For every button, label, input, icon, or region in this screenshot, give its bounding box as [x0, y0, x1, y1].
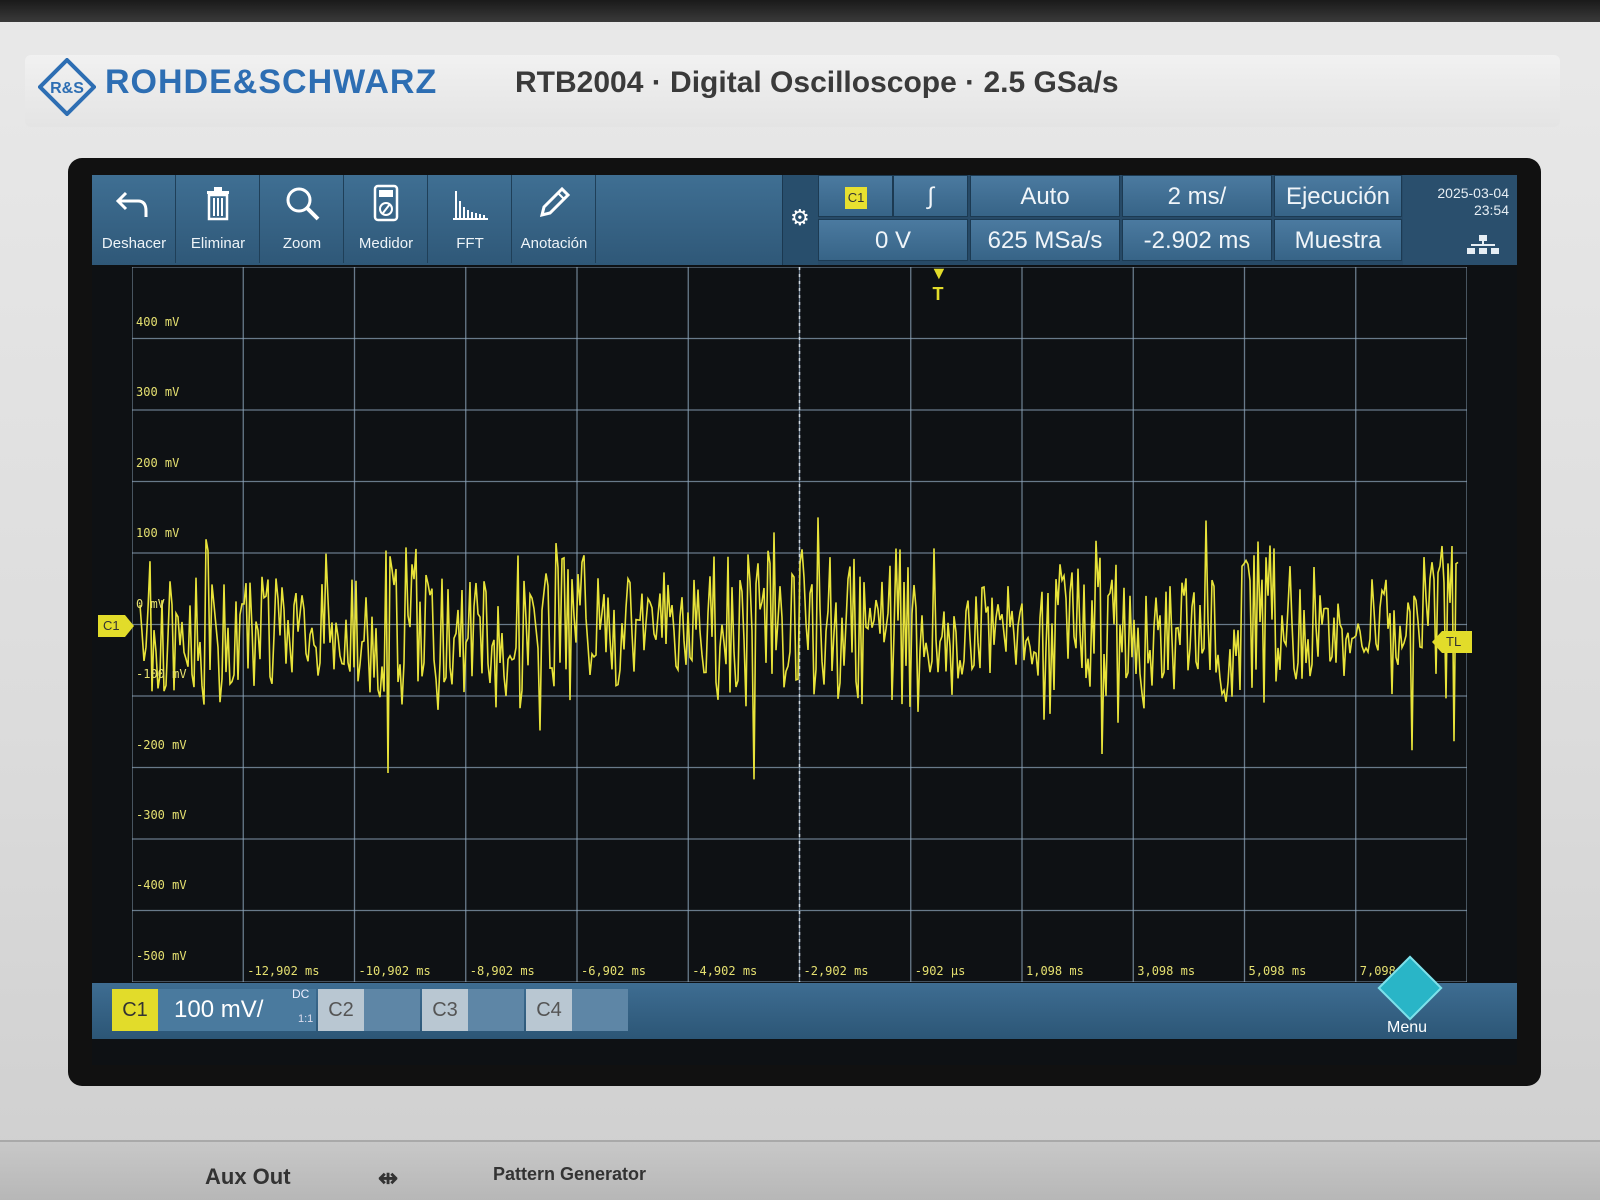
ch1-probe-ratio: 1:1 — [298, 1013, 314, 1025]
ch2-slot[interactable] — [364, 989, 420, 1031]
trigger-mode-cell[interactable]: Auto — [970, 175, 1120, 217]
x-tick-label: 5,098 ms — [1248, 964, 1307, 978]
time: 23:54 — [1473, 202, 1509, 218]
zoom-label: Zoom — [282, 235, 322, 252]
pattern-generator-label: Pattern Generator — [493, 1164, 647, 1184]
x-tick-label: -4,902 ms — [692, 964, 758, 978]
zoom-button[interactable]: Zoom — [260, 175, 344, 263]
y-tick-label: -400 mV — [136, 878, 187, 893]
x-tick-label: -902 µs — [914, 964, 966, 978]
trigger-level-cell[interactable]: 0 V — [818, 219, 968, 261]
gear-icon: ⚙ — [790, 205, 810, 230]
zoom-icon — [286, 187, 320, 221]
trigger-source-cell[interactable]: C1 — [818, 175, 893, 217]
rising-edge-icon: ∫ — [927, 183, 934, 210]
meter-label: Medidor — [358, 235, 414, 252]
trigger-slope-cell[interactable]: ∫ — [893, 175, 968, 217]
delete-button[interactable]: Eliminar — [176, 175, 260, 263]
ch1-scale: 100 mV/ — [174, 996, 264, 1023]
y-tick-label: -500 mV — [136, 948, 187, 963]
annotation-label: Anotación — [520, 235, 588, 252]
y-tick-label: 200 mV — [136, 455, 180, 470]
brand-name: ROHDE&SCHWARZ — [105, 63, 438, 101]
ch4-button[interactable]: C4 — [526, 989, 572, 1031]
y-tick-label: -100 mV — [136, 667, 187, 682]
menu-label: Menu — [1386, 1019, 1428, 1036]
time-offset: -2.902 ms — [1143, 227, 1251, 254]
time-scale: 2 ms/ — [1167, 183, 1227, 210]
date: 2025-03-04 — [1437, 185, 1509, 201]
x-tick-label: -12,902 ms — [247, 964, 320, 978]
plot-area[interactable]: 400 mV 300 mV 200 mV 100 mV 0 mV -100 mV -200 … — [132, 267, 1467, 982]
x-tick-label: -10,902 ms — [358, 964, 431, 978]
pencil-icon — [539, 186, 571, 218]
meter-button[interactable]: Medidor — [344, 175, 428, 263]
ch1-button[interactable]: C1 — [112, 989, 158, 1031]
x-tick-label: 1,098 ms — [1026, 964, 1084, 978]
acquisition-panel: C1 ∫ 0 V Auto 625 MSa/s 2 ms/ -2.902 ms … — [818, 175, 1517, 265]
toolbar: Deshacer Eliminar Zoom Medidor FFT Anota… — [92, 175, 782, 265]
x-tick-label: -6,902 ms — [581, 964, 647, 978]
undo-icon — [115, 191, 148, 217]
annotation-button[interactable]: Anotación — [512, 175, 596, 263]
x-tick-label: -8,902 ms — [469, 964, 535, 978]
y-tick-label: -200 mV — [136, 737, 187, 752]
settings-button[interactable]: ⚙ — [782, 175, 818, 265]
y-tick-label: 100 mV — [136, 526, 180, 541]
acq-mode-cell[interactable]: Muestra — [1274, 219, 1402, 261]
ch3-button[interactable]: C3 — [422, 989, 468, 1031]
acq-mode: Muestra — [1294, 227, 1382, 254]
meter-icon — [373, 184, 399, 222]
menu-button[interactable]: Menu — [1367, 955, 1447, 1039]
rs-logo-icon: R&S — [38, 58, 96, 116]
trigger-source-badge: C1 — [845, 187, 867, 209]
undo-label: Deshacer — [101, 235, 167, 252]
fft-icon — [453, 191, 488, 220]
ch4-slot[interactable] — [572, 989, 628, 1031]
trigger-position-label: T — [932, 284, 944, 304]
front-panel: Aux Out ⇹ Pattern Generator — [0, 1140, 1600, 1200]
waveform-svg — [132, 267, 1467, 982]
network-icon — [1467, 235, 1499, 254]
c1-offset-marker[interactable]: C1 — [98, 615, 134, 637]
channel-bar: C1 100 mV/ DC 1:1 C2 C3 C4 Menu — [92, 955, 1517, 1039]
trigger-position-marker[interactable]: ▼ T — [930, 263, 948, 304]
x-tick-label: 3,098 ms — [1137, 964, 1196, 978]
sample-rate-cell[interactable]: 625 MSa/s — [970, 219, 1120, 261]
delete-label: Eliminar — [190, 235, 246, 252]
model-text: RTB2004 · Digital Oscilloscope · 2.5 GSa… — [515, 66, 1119, 99]
undo-button[interactable]: Deshacer — [92, 175, 176, 263]
svg-text:R&S: R&S — [50, 80, 84, 97]
datetime-box: 2025-03-04 23:54 — [1403, 175, 1517, 265]
fft-button[interactable]: FFT — [428, 175, 512, 263]
time-offset-cell[interactable]: -2.902 ms — [1122, 219, 1272, 261]
fft-label: FFT — [456, 235, 484, 252]
trigger-mode: Auto — [1020, 183, 1070, 210]
sample-rate: 625 MSa/s — [987, 227, 1103, 254]
run-state-cell[interactable]: Ejecución — [1274, 175, 1402, 217]
trigger-level: 0 V — [874, 227, 912, 254]
y-tick-label: -300 mV — [136, 807, 187, 822]
y-tick-label: 0 mV — [136, 596, 165, 611]
y-tick-label: 300 mV — [136, 385, 180, 400]
ch3-slot[interactable] — [468, 989, 524, 1031]
ch2-button[interactable]: C2 — [318, 989, 364, 1031]
run-state: Ejecución — [1285, 183, 1391, 210]
ch1-coupling: DC — [292, 987, 310, 1001]
trash-icon — [207, 187, 229, 221]
scope-screen: Deshacer Eliminar Zoom Medidor FFT Anota… — [92, 175, 1517, 1065]
time-scale-cell[interactable]: 2 ms/ — [1122, 175, 1272, 217]
usb-icon: ⇹ — [378, 1165, 399, 1192]
aux-out-label: Aux Out — [205, 1164, 291, 1189]
x-tick-label: -2,902 ms — [803, 964, 869, 978]
y-tick-label: 400 mV — [136, 315, 180, 329]
top-edge — [0, 0, 1600, 22]
